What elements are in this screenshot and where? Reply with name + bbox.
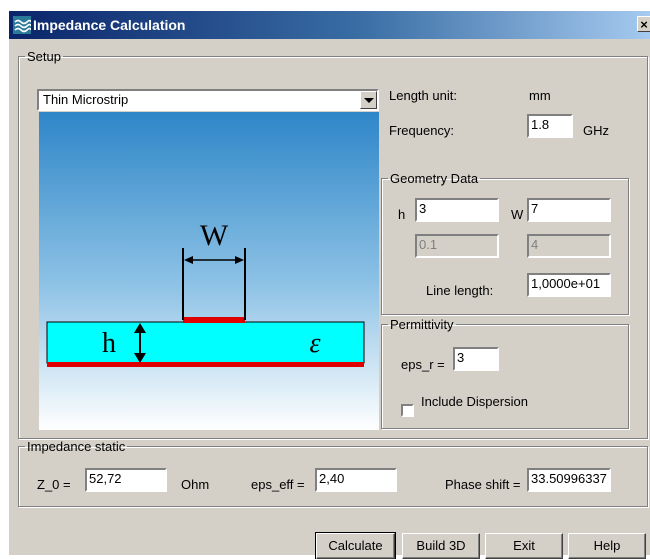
h-input[interactable]: 3 [415,198,499,222]
eps-eff-output[interactable]: 2,40 [315,468,397,492]
length-unit-value: mm [529,88,551,103]
phase-shift-output[interactable]: 33.50996337 [527,468,611,492]
eps-r-label: eps_r = [401,357,445,372]
ground-plane [47,362,364,367]
microstrip-diagram: W h ε [39,112,379,430]
frequency-unit: GHz [583,123,609,138]
exit-button[interactable]: Exit [485,533,563,559]
frequency-label: Frequency: [389,123,455,138]
window-title: Impedance Calculation [33,17,186,33]
frequency-input[interactable]: 1.8 [527,114,573,138]
eps-r-input[interactable]: 3 [453,347,499,371]
geometry-legend: Geometry Data [390,171,479,186]
w-label: W [511,207,524,222]
height-symbol: h [102,328,116,359]
w-input[interactable]: 7 [527,198,611,222]
z0-unit: Ohm [181,477,210,492]
line-length-input[interactable]: 1,0000e+01 [527,273,611,297]
include-dispersion-label: Include Dispersion [421,394,528,409]
permittivity-legend: Permittivity [390,317,454,332]
close-button[interactable]: × [637,16,650,32]
model-select-value: Thin Microstrip [43,92,129,107]
h-secondary-input: 0.1 [415,234,499,258]
help-button[interactable]: Help [568,533,646,559]
model-select[interactable]: Thin Microstrip [37,89,379,111]
build-3d-button[interactable]: Build 3D [402,533,480,559]
z0-label: Z_0 = [37,477,71,492]
strip-conductor [183,317,245,323]
calculate-button[interactable]: Calculate [315,532,396,559]
line-length-label: Line length: [426,283,494,298]
z0-output[interactable]: 52,72 [85,468,167,492]
title-bar[interactable]: Impedance Calculation × [9,11,650,39]
permittivity-group: Permittivity [381,317,629,429]
w-secondary-input: 4 [527,234,611,258]
phase-shift-label: Phase shift = [445,477,521,492]
width-symbol: W [200,219,229,252]
chevron-down-icon[interactable] [360,91,377,109]
eps-eff-label: eps_eff = [251,477,305,492]
epsilon-symbol: ε [309,328,320,359]
length-unit-label: Length unit: [389,88,457,103]
h-label: h [398,207,406,222]
impedance-window: Impedance Calculation × Setup Thin Micro… [8,10,650,559]
diagram-background [39,112,379,430]
waves-icon [13,16,31,34]
include-dispersion-checkbox[interactable] [401,404,414,417]
impedance-legend: Impedance static [27,439,126,454]
setup-legend: Setup [27,49,61,64]
